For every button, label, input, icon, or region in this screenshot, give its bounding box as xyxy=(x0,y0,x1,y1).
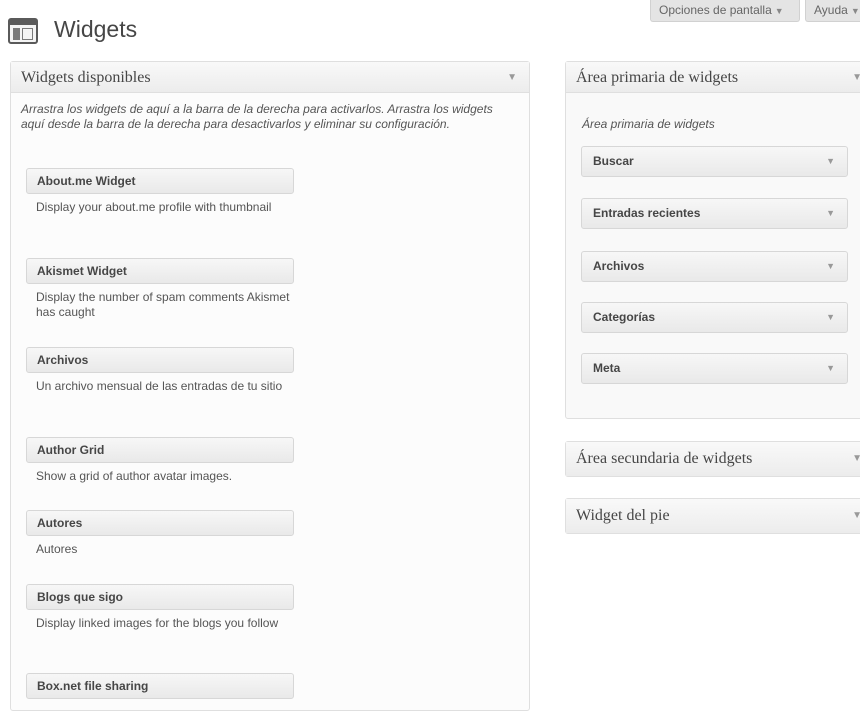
widget-item[interactable]: Blogs que sigo Display linked images for… xyxy=(26,584,294,631)
chevron-down-icon[interactable]: ▼ xyxy=(852,499,860,533)
primary-area-header[interactable]: Área primaria de widgets ▼ xyxy=(566,62,860,93)
widget-title-bar[interactable]: Akismet Widget xyxy=(26,258,294,284)
widget-description: Un archivo mensual de las entradas de tu… xyxy=(36,379,283,393)
chevron-down-icon[interactable]: ▼ xyxy=(826,252,835,281)
sidebar-widget-label: Buscar xyxy=(593,154,634,168)
chevron-down-icon[interactable]: ▼ xyxy=(826,147,835,176)
widget-item[interactable]: Archivos Un archivo mensual de las entra… xyxy=(26,347,294,394)
sidebar-widget-label: Meta xyxy=(593,361,621,375)
secondary-widget-area[interactable]: Área secundaria de widgets ▼ xyxy=(565,441,860,477)
widget-title-bar[interactable]: About.me Widget xyxy=(26,168,294,194)
widget-title-bar[interactable]: Archivos xyxy=(26,347,294,373)
widget-title-bar[interactable]: Blogs que sigo xyxy=(26,584,294,610)
sidebar-widget[interactable]: Entradas recientes ▼ xyxy=(581,198,848,229)
screen-options-label: Opciones de pantalla xyxy=(659,3,772,17)
sidebar-widget-label: Entradas recientes xyxy=(593,206,701,220)
help-button[interactable]: Ayuda ▼ xyxy=(805,0,860,22)
chevron-down-icon[interactable]: ▼ xyxy=(826,354,835,383)
available-widgets-description: Arrastra los widgets de aquí a la barra … xyxy=(21,102,493,131)
page-title: Widgets xyxy=(54,16,138,42)
available-widgets-title: Widgets disponibles xyxy=(21,69,151,86)
footer-area-title: Widget del pie xyxy=(576,507,670,524)
primary-area-title: Área primaria de widgets xyxy=(576,69,739,86)
chevron-down-icon[interactable]: ▼ xyxy=(507,62,517,93)
widget-item[interactable]: Author Grid Show a grid of author avatar… xyxy=(26,437,294,484)
secondary-area-header[interactable]: Área secundaria de widgets ▼ xyxy=(566,442,860,476)
widget-description: Display the number of spam comments Akis… xyxy=(36,290,290,319)
chevron-down-icon[interactable]: ▼ xyxy=(826,199,835,228)
chevron-down-icon: ▼ xyxy=(774,6,784,16)
widget-description: Display linked images for the blogs you … xyxy=(36,616,279,630)
screen-options-button[interactable]: Opciones de pantalla ▼ xyxy=(650,0,800,22)
sidebar-widget[interactable]: Buscar ▼ xyxy=(581,146,848,177)
widget-item[interactable]: Akismet Widget Display the number of spa… xyxy=(26,258,294,320)
chevron-down-icon[interactable]: ▼ xyxy=(826,303,835,332)
chevron-down-icon: ▼ xyxy=(850,6,860,16)
sidebar-widget[interactable]: Categorías ▼ xyxy=(581,302,848,333)
chevron-down-icon[interactable]: ▼ xyxy=(852,62,860,93)
widget-title-bar[interactable]: Author Grid xyxy=(26,437,294,463)
chevron-down-icon[interactable]: ▼ xyxy=(852,442,860,476)
widget-title-bar[interactable]: Autores xyxy=(26,510,294,536)
sidebar-widget[interactable]: Meta ▼ xyxy=(581,353,848,384)
available-widgets-header[interactable]: Widgets disponibles ▼ xyxy=(11,62,529,93)
footer-widget-area[interactable]: Widget del pie ▼ xyxy=(565,498,860,534)
help-label: Ayuda xyxy=(814,3,848,17)
sidebar-widget-label: Categorías xyxy=(593,310,656,324)
widget-item[interactable]: About.me Widget Display your about.me pr… xyxy=(26,168,294,215)
primary-area-description: Área primaria de widgets xyxy=(582,117,715,131)
widget-item[interactable]: Box.net file sharing xyxy=(26,673,294,699)
widget-description: Display your about.me profile with thumb… xyxy=(36,200,272,214)
widget-description: Show a grid of author avatar images. xyxy=(36,469,233,483)
widget-title-bar[interactable]: Box.net file sharing xyxy=(26,673,294,699)
sidebar-widget-label: Archivos xyxy=(593,259,645,273)
footer-area-header[interactable]: Widget del pie ▼ xyxy=(566,499,860,533)
widget-description: Autores xyxy=(36,542,78,556)
widgets-page-icon xyxy=(8,18,38,44)
widget-item[interactable]: Autores Autores xyxy=(26,510,294,557)
secondary-area-title: Área secundaria de widgets xyxy=(576,450,753,467)
sidebar-widget[interactable]: Archivos ▼ xyxy=(581,251,848,282)
